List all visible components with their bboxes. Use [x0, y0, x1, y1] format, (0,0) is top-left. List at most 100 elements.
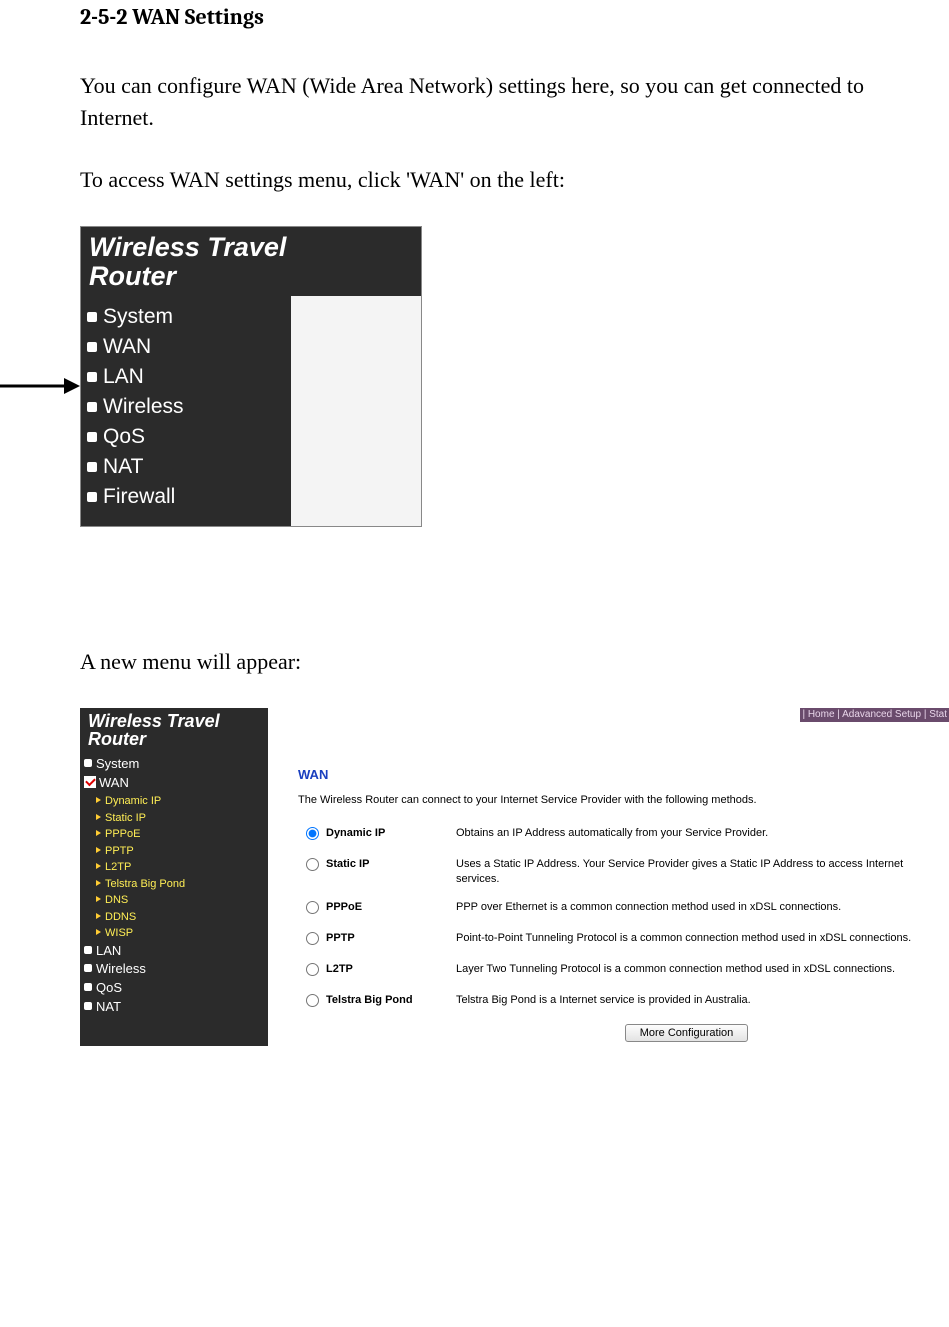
- sidebar-item-wan[interactable]: WAN: [85, 332, 291, 362]
- bullet-icon: [87, 402, 97, 412]
- paragraph-1: You can configure WAN (Wide Area Network…: [80, 70, 869, 134]
- wan-radio-telstra[interactable]: [306, 994, 319, 1007]
- wan-option-label: PPTP: [326, 931, 456, 944]
- arrow-pointer-icon: [0, 371, 80, 401]
- paragraph-3: A new menu will appear:: [80, 646, 869, 678]
- sidebar-item-qos[interactable]: QoS: [82, 979, 268, 998]
- sidebar-item-label: QoS: [103, 425, 145, 448]
- wan-option-desc: Obtains an IP Address automatically from…: [456, 826, 945, 840]
- chevron-right-icon: [96, 896, 101, 902]
- bullet-icon: [84, 964, 92, 972]
- wan-radio-dynamic[interactable]: [306, 827, 319, 840]
- sidebar-subitem-pppoe[interactable]: PPPoE: [96, 826, 268, 843]
- paragraph-2: To access WAN settings menu, click 'WAN'…: [80, 164, 869, 196]
- sidebar-nav: System WAN Dynamic IP Static IP PPPoE PPTP L…: [80, 751, 268, 1046]
- sidebar-subitem-label: PPPoE: [105, 828, 140, 840]
- router-brand-title: Wireless Travel Router: [81, 227, 421, 296]
- chevron-right-icon: [96, 797, 101, 803]
- wan-option-desc: Uses a Static IP Address. Your Service P…: [456, 857, 945, 886]
- sidebar-item-label: WAN: [103, 335, 151, 358]
- chevron-right-icon: [96, 929, 101, 935]
- sidebar-subitem-label: DDNS: [105, 911, 136, 923]
- sidebar-subitem-label: Dynamic IP: [105, 795, 161, 807]
- sidebar-subitem-dynamic-ip[interactable]: Dynamic IP: [96, 793, 268, 810]
- wan-option-desc: Point-to-Point Tunneling Protocol is a c…: [456, 931, 945, 945]
- sidebar-item-label: System: [103, 305, 173, 328]
- sidebar-subitem-label: L2TP: [105, 861, 131, 873]
- sidebar-subitem-label: Telstra Big Pond: [105, 878, 185, 890]
- sidebar-item-label: NAT: [96, 999, 121, 1014]
- router-title-line2: Router: [89, 261, 176, 291]
- wan-option-static: Static IPUses a Static IP Address. Your …: [298, 853, 945, 890]
- sidebar-item-nat[interactable]: NAT: [82, 998, 268, 1017]
- router-title-line2-small: Router: [88, 729, 146, 749]
- bullet-icon: [87, 432, 97, 442]
- chevron-right-icon: [96, 863, 101, 869]
- sidebar-subitem-label: Static IP: [105, 812, 146, 824]
- screenshot-sidebar-closeup: Wireless Travel Router SystemWANLANWirel…: [80, 226, 869, 616]
- sidebar-item-label: Firewall: [103, 485, 175, 508]
- sidebar-item-wireless[interactable]: Wireless: [82, 960, 268, 979]
- sidebar-item-label: System: [96, 756, 139, 771]
- sidebar-item-label: WAN: [99, 775, 129, 790]
- sidebar-item-lan[interactable]: LAN: [85, 362, 291, 392]
- wan-option-l2tp: L2TPLayer Two Tunneling Protocol is a co…: [298, 958, 945, 983]
- bullet-icon: [84, 1002, 92, 1010]
- chevron-right-icon: [96, 814, 101, 820]
- bullet-icon: [87, 372, 97, 382]
- bullet-icon: [87, 462, 97, 472]
- sidebar-item-label: LAN: [96, 943, 121, 958]
- sidebar-subitem-label: DNS: [105, 894, 128, 906]
- sidebar-subitem-dns[interactable]: DNS: [96, 892, 268, 909]
- chevron-right-icon: [96, 913, 101, 919]
- sidebar-item-qos[interactable]: QoS: [85, 422, 291, 452]
- sidebar-subitem-ddns[interactable]: DDNS: [96, 909, 268, 926]
- bullet-icon: [87, 342, 97, 352]
- wan-radio-l2tp[interactable]: [306, 963, 319, 976]
- sidebar-subitem-label: WISP: [105, 927, 133, 939]
- bullet-icon: [87, 312, 97, 322]
- wan-option-label: Dynamic IP: [326, 826, 456, 839]
- sidebar-item-wireless[interactable]: Wireless: [85, 392, 291, 422]
- bullet-icon: [84, 759, 92, 767]
- more-configuration-button[interactable]: More Configuration: [625, 1024, 749, 1042]
- sidebar-subitem-label: PPTP: [105, 845, 134, 857]
- sidebar-item-label: Wireless: [96, 961, 146, 976]
- sidebar-item-firewall[interactable]: Firewall: [85, 482, 291, 512]
- section-heading: 2-5-2 WAN Settings: [80, 4, 869, 30]
- bullet-icon: [84, 946, 92, 954]
- wan-option-label: Telstra Big Pond: [326, 993, 456, 1006]
- router-title-line1: Wireless Travel: [89, 232, 286, 262]
- sidebar-item-nat[interactable]: NAT: [85, 452, 291, 482]
- sidebar-subitem-wisp[interactable]: WISP: [96, 925, 268, 942]
- wan-option-pptp: PPTPPoint-to-Point Tunneling Protocol is…: [298, 927, 945, 952]
- sidebar-item-system[interactable]: System: [82, 755, 268, 774]
- top-nav-links[interactable]: | Home | Adavanced Setup | Stat: [800, 708, 949, 722]
- bullet-icon: [87, 492, 97, 502]
- check-icon: [84, 776, 96, 788]
- wan-option-label: L2TP: [326, 962, 456, 975]
- wan-option-dynamic: Dynamic IPObtains an IP Address automati…: [298, 822, 945, 847]
- content-title: WAN: [298, 767, 945, 782]
- wan-option-desc: Layer Two Tunneling Protocol is a common…: [456, 962, 945, 976]
- chevron-right-icon: [96, 830, 101, 836]
- sidebar-item-wan[interactable]: WAN: [82, 774, 268, 793]
- wan-radio-static[interactable]: [306, 858, 319, 871]
- sidebar-item-label: NAT: [103, 455, 143, 478]
- wan-option-label: Static IP: [326, 857, 456, 870]
- content-panel: WAN The Wireless Router can connect to y…: [268, 751, 949, 1046]
- sidebar-item-label: QoS: [96, 980, 122, 995]
- sidebar-item-lan[interactable]: LAN: [82, 942, 268, 961]
- sidebar-subitem-static-ip[interactable]: Static IP: [96, 810, 268, 827]
- sidebar-subitem-telstra-big-pond[interactable]: Telstra Big Pond: [96, 876, 268, 893]
- chevron-right-icon: [96, 880, 101, 886]
- wan-option-telstra: Telstra Big PondTelstra Big Pond is a In…: [298, 989, 945, 1014]
- wan-option-desc: Telstra Big Pond is a Internet service i…: [456, 993, 945, 1007]
- wan-radio-pptp[interactable]: [306, 932, 319, 945]
- chevron-right-icon: [96, 847, 101, 853]
- wan-option-pppoe: PPPoEPPP over Ethernet is a common conne…: [298, 896, 945, 921]
- sidebar-subitem-l2tp[interactable]: L2TP: [96, 859, 268, 876]
- sidebar-item-system[interactable]: System: [85, 302, 291, 332]
- sidebar-subitem-pptp[interactable]: PPTP: [96, 843, 268, 860]
- wan-radio-pppoe[interactable]: [306, 901, 319, 914]
